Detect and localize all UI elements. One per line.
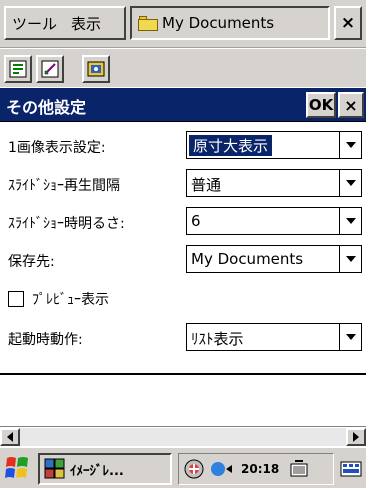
folder-label: My Documents (162, 14, 275, 32)
slideshow-brightness-value: 6 (191, 212, 201, 230)
image-display-value: 原寸大表示 (187, 134, 274, 157)
dialog-close-button[interactable]: × (338, 92, 364, 118)
taskbar-app-button[interactable]: ｲﾒｰｼﾞﾚ... (38, 453, 172, 485)
sync-icon[interactable] (183, 458, 205, 480)
folder-dropdown[interactable]: My Documents (130, 6, 330, 40)
keyboard-icon[interactable] (340, 458, 362, 480)
slideshow-icon (87, 61, 105, 77)
image-display-select[interactable]: 原寸大表示 (186, 131, 362, 159)
battery-icon[interactable] (289, 458, 311, 480)
settings-form: 1画像表示設定: 原寸大表示 ｽﾗｲﾄﾞｼｮｰ再生間隔 普通 ｽﾗｲﾄﾞｼｮｰ時… (0, 123, 366, 373)
edit-icon (41, 60, 59, 78)
slideshow-brightness-label: ｽﾗｲﾄﾞｼｮｰ時明るさ: (8, 216, 125, 232)
folder-icon (138, 15, 158, 31)
clock[interactable]: 20:18 (241, 462, 279, 476)
chevron-down-icon[interactable] (339, 324, 361, 350)
scroll-right-button[interactable] (346, 428, 366, 446)
properties-button[interactable] (4, 55, 32, 83)
slideshow-interval-label: ｽﾗｲﾄﾞｼｮｰ再生間隔 (8, 178, 120, 194)
scroll-left-button[interactable] (0, 428, 20, 446)
edit-button[interactable] (36, 55, 64, 83)
chevron-down-icon[interactable] (339, 208, 361, 234)
menu-view[interactable]: 表示 (71, 13, 101, 34)
volume-icon[interactable] (209, 458, 235, 480)
slideshow-interval-select[interactable]: 普通 (186, 169, 362, 197)
save-location-select[interactable]: My Documents (186, 245, 362, 273)
slideshow-button[interactable] (82, 55, 110, 83)
slideshow-interval-value: 普通 (191, 176, 222, 194)
scroll-track[interactable] (20, 428, 346, 446)
toolbar (0, 49, 366, 87)
image-display-label: 1画像表示設定: (8, 140, 106, 156)
taskbar-app-label: ｲﾒｰｼﾞﾚ... (70, 463, 124, 479)
menu-bar: ツール 表示 My Documents × (0, 0, 366, 48)
chevron-down-icon[interactable] (339, 170, 361, 196)
windows-logo-icon (5, 457, 28, 478)
system-tray: 20:18 (178, 453, 334, 485)
properties-icon (9, 60, 27, 78)
startup-action-value: ﾘｽﾄ表示 (191, 330, 244, 348)
menu-tool[interactable]: ツール (12, 13, 57, 34)
preview-checkbox-label[interactable]: ﾌﾟﾚﾋﾞｭｰ表示 (32, 289, 109, 309)
dialog-title-bar: その他設定 OK × (0, 88, 366, 122)
arrow-right-icon (353, 432, 359, 442)
ok-button[interactable]: OK (306, 92, 336, 118)
start-button[interactable] (4, 454, 32, 484)
taskbar: ｲﾒｰｼﾞﾚ... 20:18 (0, 446, 366, 488)
dialog-title: その他設定 (6, 98, 87, 117)
save-location-label: 保存先: (8, 254, 55, 270)
preview-checkbox[interactable] (8, 291, 24, 307)
startup-action-select[interactable]: ﾘｽﾄ表示 (186, 323, 362, 351)
horizontal-scrollbar[interactable] (0, 426, 366, 446)
window-close-button[interactable]: × (334, 6, 362, 40)
chevron-down-icon[interactable] (339, 132, 361, 158)
save-location-value: My Documents (191, 250, 304, 268)
content-area (0, 375, 366, 426)
image-viewer-icon (44, 458, 65, 479)
chevron-down-icon[interactable] (339, 246, 361, 272)
startup-action-label: 起動時動作: (8, 332, 83, 348)
arrow-left-icon (7, 432, 13, 442)
slideshow-brightness-select[interactable]: 6 (186, 207, 362, 235)
menu-group: ツール 表示 (4, 6, 126, 40)
